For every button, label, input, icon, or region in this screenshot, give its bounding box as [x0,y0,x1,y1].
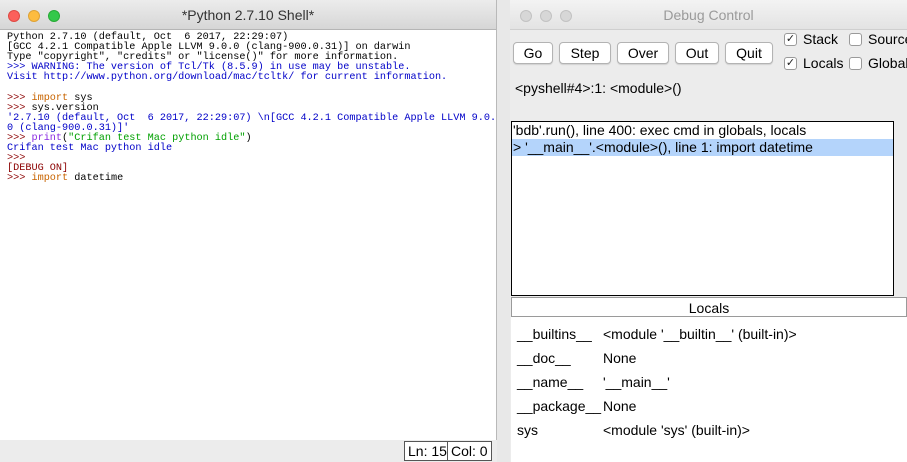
shell-line: >>> import datetime [7,174,495,184]
shell-text-segment: datetime [68,173,124,185]
over-button[interactable]: Over [617,42,669,64]
local-variable-name: __doc__ [517,350,571,366]
python-shell-window: *Python 2.7.10 Shell* Python 2.7.10 (def… [0,0,497,462]
debug-window-title: Debug Control [663,7,754,23]
local-variable-name: __builtins__ [517,326,592,342]
shell-window-title: *Python 2.7.10 Shell* [181,7,315,23]
out-button[interactable]: Out [675,42,719,64]
shell-titlebar[interactable]: *Python 2.7.10 Shell* [0,0,496,30]
globals-checkbox[interactable] [849,57,862,70]
stack-frame-row[interactable]: 'bdb'.run(), line 400: exec cmd in globa… [512,122,893,139]
step-button[interactable]: Step [559,42,611,64]
column-number-indicator: Col: 0 [447,441,492,461]
shell-line: Visit http://www.python.org/download/mac… [7,73,495,83]
source-checkbox[interactable] [849,33,862,46]
stack-checkbox-label: Stack [803,31,839,47]
globals-checkbox-label: Globals [868,55,907,71]
current-location-label: <pyshell#4>:1: <module>() [515,80,682,96]
local-variable-value: None [603,398,637,414]
shell-text-segment: import [31,173,69,185]
local-variable-name: sys [517,422,538,438]
shell-line: >>> [7,154,495,164]
shell-status-bar: Ln: 15 Col: 0 [0,440,497,462]
locals-checkbox[interactable]: ✓ [784,57,797,70]
stack-checkbox[interactable]: ✓ [784,33,797,46]
go-button[interactable]: Go [513,42,553,64]
local-variable-name: __name__ [517,374,584,390]
locals-panel: __builtins__ <module '__builtin__' (buil… [511,317,907,462]
locals-panel-header: Locals [511,297,907,317]
stack-frame-row-selected[interactable]: > '__main__'.<module>(), line 1: import … [512,139,893,156]
shell-text-segment: ) [245,132,252,144]
local-variable-value: <module '__builtin__' (built-in)> [603,326,797,342]
line-number-indicator: Ln: 15 [404,441,451,461]
debug-titlebar[interactable]: Debug Control [510,0,907,30]
debug-control-window: Debug Control Go Step Over Out Quit ✓ St… [510,0,907,462]
shell-text-area[interactable]: Python 2.7.10 (default, Oct 6 2017, 22:2… [7,32,496,184]
shell-line: Crifan test Mac python idle [7,143,495,155]
shell-text-segment: >>> [7,173,32,185]
shell-text-segment: Visit http://www.python.org/download/mac… [7,72,448,84]
stack-listbox[interactable]: 'bdb'.run(), line 400: exec cmd in globa… [511,121,894,296]
quit-button[interactable]: Quit [725,42,773,64]
shell-text-segment: Crifan test Mac python idle [7,143,173,155]
locals-checkbox-label: Locals [803,55,844,71]
local-variable-value: <module 'sys' (built-in)> [603,422,750,438]
source-checkbox-label: Source [868,31,907,47]
local-variable-value: '__main__' [603,374,670,390]
local-variable-value: None [603,350,637,366]
local-variable-name: __package__ [517,398,602,414]
